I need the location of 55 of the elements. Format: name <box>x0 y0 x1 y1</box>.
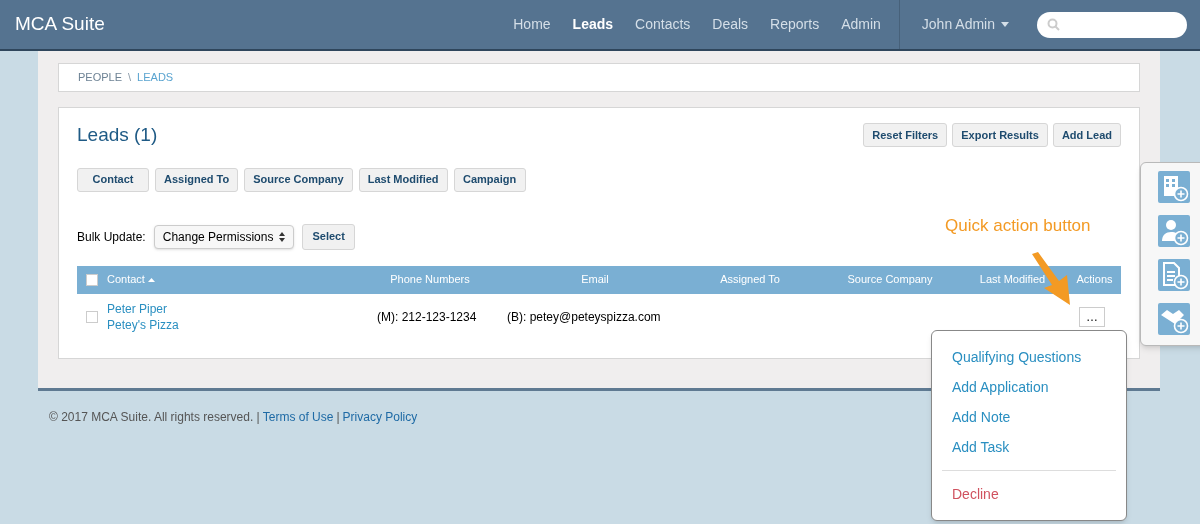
filter-button[interactable]: Last Modified <box>358 167 448 192</box>
menu-item[interactable]: Decline <box>942 479 1116 509</box>
filter-button[interactable]: Source Company <box>244 167 353 192</box>
person-add-icon[interactable] <box>1158 215 1190 247</box>
contact-link[interactable]: Peter Piper <box>107 300 360 317</box>
menu-item[interactable]: Add Application <box>942 372 1116 402</box>
quick-action-button[interactable]: … <box>1079 306 1105 327</box>
link-separator: | <box>336 409 340 426</box>
breadcrumb-separator: \ <box>128 70 132 86</box>
nav-link[interactable]: Deals <box>704 14 757 35</box>
company-link[interactable]: Petey's Pizza <box>107 316 360 333</box>
toolbar-button[interactable]: Reset Filters <box>863 123 948 147</box>
footer-link[interactable]: Terms of Use <box>262 408 334 426</box>
row-checkbox[interactable] <box>86 310 98 323</box>
document-add-icon[interactable] <box>1158 259 1190 291</box>
building-add-icon[interactable] <box>1158 171 1190 203</box>
breadcrumb-link[interactable]: LEADS <box>137 69 174 86</box>
filter-button[interactable]: Contact <box>77 167 149 192</box>
user-menu[interactable]: John Admin <box>921 14 1009 35</box>
copyright-text: © 2017 MCA Suite. All rights reserved. | <box>49 409 260 426</box>
select-all-checkbox[interactable] <box>86 273 98 286</box>
column-header[interactable]: Email <box>581 271 609 288</box>
nav-link[interactable]: Leads <box>564 14 622 35</box>
column-header[interactable]: Phone Numbers <box>390 271 470 288</box>
toolbar-button[interactable]: Add Lead <box>1052 123 1121 147</box>
column-header[interactable]: Contact <box>107 271 145 288</box>
toolbar-button[interactable]: Export Results <box>952 123 1048 147</box>
footer-link[interactable]: Privacy Policy <box>342 408 418 426</box>
menu-item[interactable]: Add Note <box>942 402 1116 432</box>
phone-cell-text: (M): 212-123-1234 <box>376 308 478 326</box>
menu-item[interactable]: Qualifying Questions <box>942 342 1116 372</box>
column-header[interactable]: Assigned To <box>720 271 780 288</box>
nav-link[interactable]: Contacts <box>627 14 699 35</box>
select-button[interactable]: Select <box>302 223 355 250</box>
nav-link[interactable]: Home <box>505 14 559 35</box>
filter-button[interactable]: Campaign <box>453 167 526 192</box>
brand-logo[interactable]: MCA Suite <box>15 10 105 39</box>
page-title: Leads (1) <box>77 123 158 147</box>
menu-item[interactable]: Add Task <box>942 432 1116 462</box>
handshake-add-icon[interactable] <box>1158 303 1190 335</box>
nav-link[interactable]: Reports <box>762 14 828 35</box>
caret-icon <box>1001 22 1009 27</box>
annotation-label: Quick action button <box>945 215 1091 237</box>
select-arrows-icon <box>279 231 286 242</box>
email-cell-text: (B): petey@peteyspizza.com <box>506 308 662 326</box>
column-header[interactable]: Actions <box>1064 271 1113 288</box>
bulk-update-label: Bulk Update: <box>77 228 146 246</box>
search-icon <box>1047 18 1060 31</box>
filter-button[interactable]: Assigned To <box>155 167 239 192</box>
breadcrumb-link[interactable]: PEOPLE <box>78 69 123 86</box>
column-header[interactable]: Last Modified <box>979 271 1046 288</box>
nav-link[interactable]: Admin <box>833 14 889 35</box>
search-field[interactable] <box>1037 11 1187 38</box>
column-header[interactable]: Source Company <box>847 271 933 288</box>
bulk-update-select[interactable]: Change Permissions <box>153 224 295 249</box>
